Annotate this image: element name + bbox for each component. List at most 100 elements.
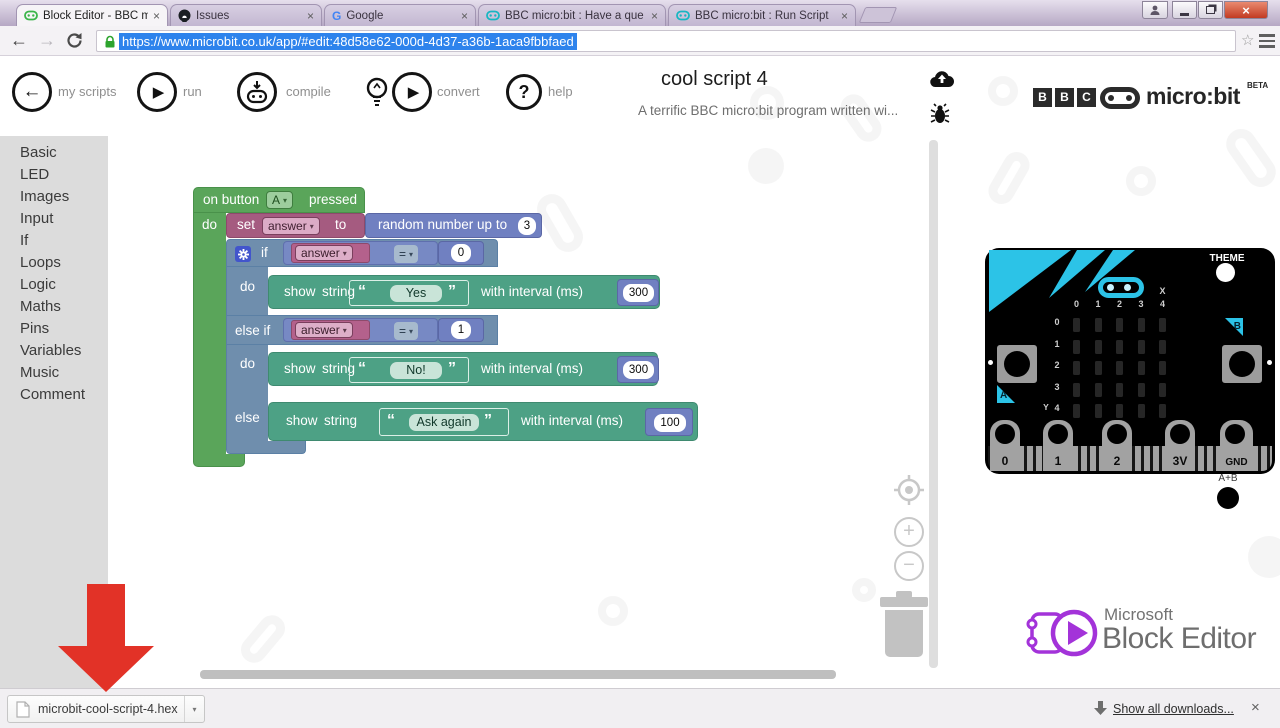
bug-icon[interactable] [930,103,950,124]
led-pixel[interactable] [1159,383,1166,397]
trash-can-button[interactable] [885,610,923,657]
microbit-face-logo[interactable] [1098,277,1144,298]
convert-button[interactable]: ▶ [392,72,432,112]
tab-close-icon[interactable]: × [153,10,160,22]
block-on-button-foot[interactable] [193,454,245,467]
block-set-variable[interactable]: set answer▾ to [226,213,365,238]
number-field[interactable]: 1 [451,321,471,339]
led-pixel[interactable] [1116,340,1123,354]
block-variable-answer[interactable]: answer▾ [291,243,370,263]
sim-pin-1[interactable]: 1 [1043,420,1073,471]
block-show-string-yes[interactable]: show string “ Yes ” with interval (ms) 3… [268,275,660,309]
mutator-gear-icon[interactable] [235,246,251,262]
sim-pin-3v[interactable]: 3V [1165,420,1195,471]
sidebar-item-input[interactable]: Input [20,210,53,231]
led-pixel[interactable] [1095,340,1102,354]
tab-google[interactable]: G Google × [324,4,476,26]
number-field[interactable]: 300 [623,284,654,302]
canvas-vertical-scrollbar[interactable] [929,140,938,668]
led-pixel[interactable] [1138,404,1145,418]
zoom-out-button[interactable]: − [894,551,924,581]
sim-button-ab[interactable] [1217,487,1239,509]
my-scripts-button[interactable]: ← [12,72,52,112]
forward-button[interactable]: → [38,30,56,51]
trash-lid[interactable] [880,597,928,607]
block-random-number[interactable]: random number up to 3 [365,213,542,238]
led-pixel[interactable] [1138,318,1145,332]
script-title[interactable]: cool script 4 [661,68,768,91]
secure-lock-icon[interactable] [104,35,116,49]
led-pixel[interactable] [1138,361,1145,375]
sidebar-item-music[interactable]: Music [20,364,59,385]
block-number-300[interactable]: 300 [617,356,659,383]
script-subtitle[interactable]: A terrific BBC micro:bit program written… [638,103,898,118]
block-string-literal[interactable]: “ Yes ” [349,280,469,306]
sim-button-a[interactable] [997,345,1037,383]
led-pixel[interactable] [1116,361,1123,375]
block-number-300[interactable]: 300 [617,279,659,306]
zoom-reset-button[interactable] [893,474,925,506]
led-pixel[interactable] [1095,318,1102,332]
led-pixel[interactable] [1073,383,1080,397]
led-pixel[interactable] [1073,404,1080,418]
random-max-field[interactable]: 3 [518,217,536,235]
number-field[interactable]: 0 [451,244,471,262]
led-pixel[interactable] [1159,340,1166,354]
close-downloads-bar-button[interactable]: × [1251,699,1260,716]
cloud-sync-icon[interactable] [930,70,954,88]
sidebar-item-basic[interactable]: Basic [20,144,57,165]
led-pixel[interactable] [1159,404,1166,418]
tab-close-icon[interactable]: × [841,10,848,22]
restore-button[interactable] [1198,1,1223,19]
led-pixel[interactable] [1138,383,1145,397]
reload-button[interactable] [66,32,83,49]
help-button[interactable]: ? [506,74,542,110]
led-pixel[interactable] [1159,318,1166,332]
block-variable-answer[interactable]: answer▾ [291,320,370,340]
url-field[interactable]: https://www.microbit.co.uk/app/#edit:48d… [96,30,1236,52]
operator-dropdown[interactable]: =▾ [394,322,418,340]
block-on-button-pressed[interactable]: on button A▾ pressed [193,187,365,213]
downloaded-file-button[interactable]: microbit-cool-script-4.hex ▾ [7,695,205,723]
menu-button[interactable] [1259,34,1275,48]
sim-button-b[interactable] [1222,345,1262,383]
sidebar-item-maths[interactable]: Maths [20,298,61,319]
number-field[interactable]: 100 [654,414,686,432]
new-tab-button[interactable] [859,7,897,23]
back-button[interactable]: ← [10,30,28,51]
download-options-button[interactable]: ▾ [184,696,204,722]
led-pixel[interactable] [1159,361,1166,375]
led-pixel[interactable] [1116,404,1123,418]
show-all-downloads-link[interactable]: Show all downloads... [1113,702,1234,716]
tab-block-editor[interactable]: Block Editor - BBC micro:b × [16,4,168,26]
block-on-button-body[interactable] [193,213,226,454]
block-number-0[interactable]: 0 [438,241,484,265]
block-show-string-ask-again[interactable]: show string “ Ask again ” with interval … [268,402,698,441]
block-string-literal[interactable]: “ No! ” [349,357,469,383]
block-number-1[interactable]: 1 [438,318,484,342]
variable-dropdown[interactable]: answer▾ [262,217,320,235]
run-button[interactable]: ▶ [137,72,177,112]
led-pixel[interactable] [1095,404,1102,418]
sim-pin-2[interactable]: 2 [1102,420,1132,471]
led-pixel[interactable] [1116,383,1123,397]
led-pixel[interactable] [1073,361,1080,375]
tab-close-icon[interactable]: × [461,10,468,22]
variable-dropdown[interactable]: answer▾ [295,245,353,261]
theme-button[interactable] [1216,263,1235,282]
sidebar-item-pins[interactable]: Pins [20,320,49,341]
canvas-horizontal-scrollbar[interactable] [200,670,836,679]
string-field[interactable]: Ask again [409,414,479,431]
sidebar-item-comment[interactable]: Comment [20,386,85,407]
block-number-100[interactable]: 100 [645,408,693,436]
led-pixel[interactable] [1116,318,1123,332]
block-compare-2[interactable]: answer▾ =▾ [283,318,438,342]
sidebar-item-logic[interactable]: Logic [20,276,56,297]
led-pixel[interactable] [1095,361,1102,375]
sim-pin-0[interactable]: 0 [990,420,1020,471]
zoom-in-button[interactable]: + [894,517,924,547]
sim-pin-gnd[interactable]: GND [1220,420,1253,471]
string-field[interactable]: No! [390,362,442,379]
sidebar-item-loops[interactable]: Loops [20,254,61,275]
variable-dropdown[interactable]: answer▾ [295,322,353,338]
